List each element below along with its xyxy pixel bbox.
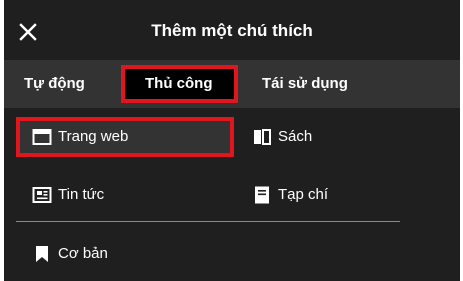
source-type-label: Cơ bản (58, 245, 108, 262)
webpage-icon (32, 127, 52, 147)
journal-icon (252, 185, 272, 205)
add-citation-dialog: Thêm một chú thích Tự động Thủ công Tái … (4, 0, 460, 281)
tab-bar: Tự động Thủ công Tái sử dụng (4, 60, 460, 108)
source-type-label: Sách (278, 128, 313, 145)
source-type-book[interactable]: Sách (252, 125, 312, 149)
source-type-label: Tin tức (58, 186, 105, 203)
source-type-label: Tạp chí (278, 186, 329, 203)
news-icon (32, 185, 52, 205)
source-type-basic[interactable]: Cơ bản (32, 242, 108, 266)
dialog-header: Thêm một chú thích (4, 0, 460, 60)
tab-reuse[interactable]: Tái sử dụng (262, 72, 348, 96)
tab-manual[interactable]: Thủ công (121, 65, 238, 103)
source-type-journal[interactable]: Tạp chí (252, 183, 328, 207)
source-type-label: Trang web (58, 128, 129, 145)
tab-automatic[interactable]: Tự động (24, 72, 85, 96)
dialog-title: Thêm một chú thích (151, 21, 313, 40)
bookmark-icon (32, 244, 52, 264)
book-icon (252, 127, 272, 147)
source-type-webpage[interactable]: Trang web (16, 117, 234, 157)
source-type-news[interactable]: Tin tức (32, 183, 104, 207)
divider (16, 221, 400, 222)
